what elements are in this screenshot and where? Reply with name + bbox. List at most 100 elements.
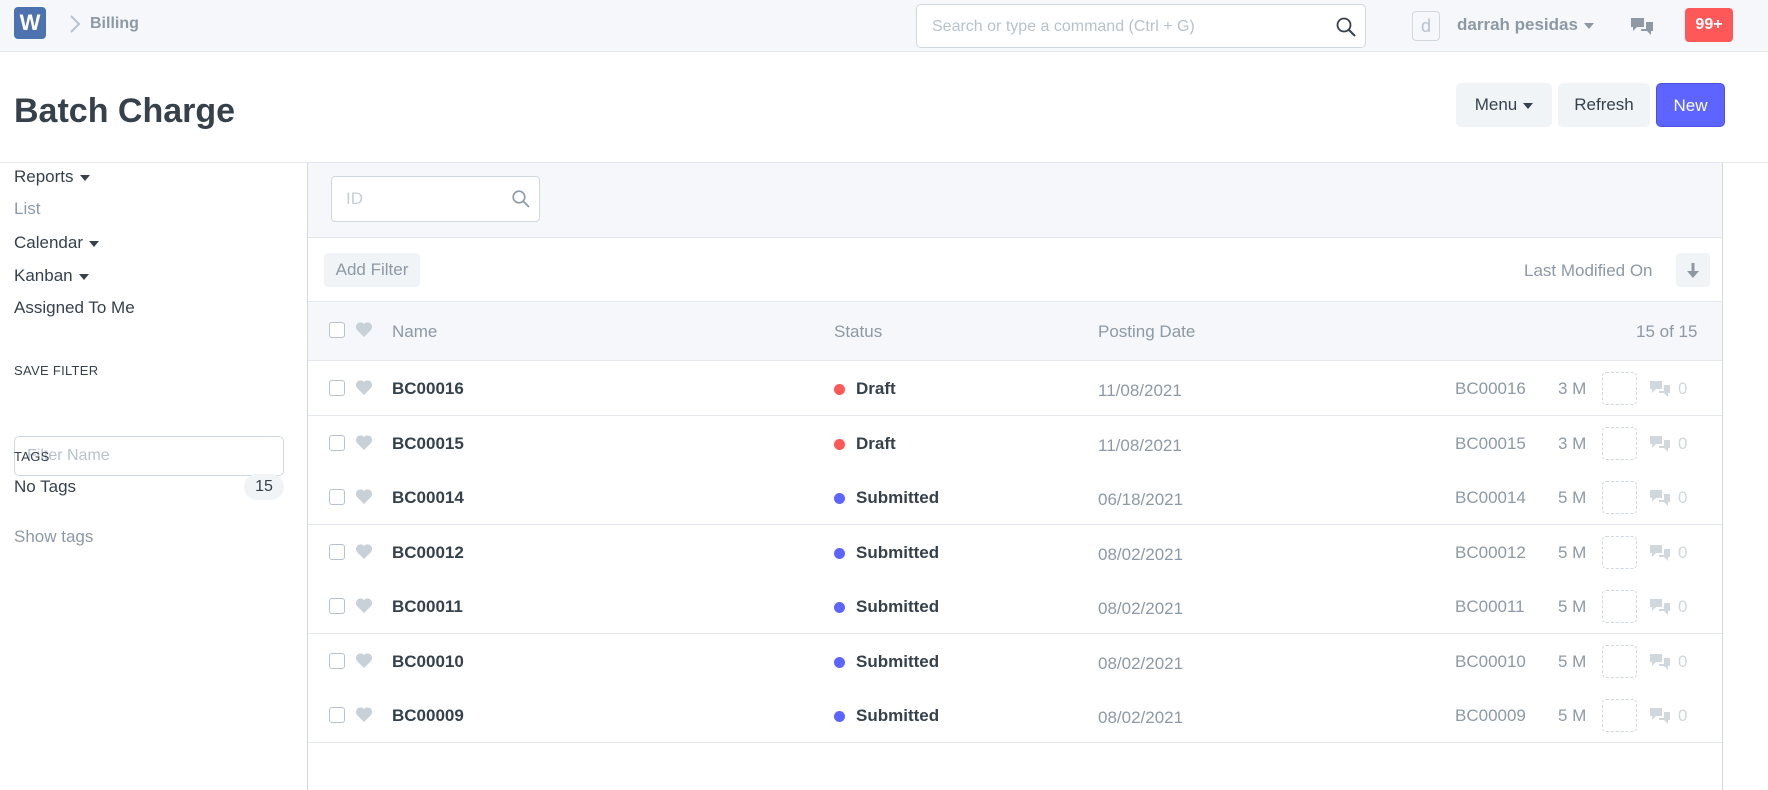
global-search[interactable] (916, 4, 1366, 48)
row-id: BC00012 (1455, 542, 1526, 562)
list-view: Add Filter Last Modified On Name Status … (307, 163, 1723, 790)
table-row[interactable]: BC00010 Submitted 08/02/2021 BC00010 5 M… (308, 633, 1722, 689)
row-checkbox[interactable] (329, 652, 345, 669)
row-modified-age: 3 M (1558, 433, 1587, 453)
heart-icon[interactable] (355, 434, 373, 451)
status-badge[interactable]: Submitted (856, 488, 939, 508)
row-checkbox[interactable] (329, 380, 345, 396)
status-badge[interactable]: Submitted (856, 706, 939, 726)
tag-item-no-tags[interactable]: No Tags (14, 477, 76, 497)
assign-avatar-placeholder[interactable] (1602, 590, 1637, 623)
id-filter[interactable] (331, 176, 540, 222)
row-checkbox[interactable] (329, 434, 345, 451)
row-modified-age: 5 M (1558, 706, 1587, 725)
heart-icon[interactable] (355, 706, 373, 723)
comment-count: 0 (1678, 379, 1688, 398)
sidebar-item-reports[interactable]: Reports (14, 167, 90, 187)
table-row[interactable]: BC00011 Submitted 08/02/2021 BC00011 5 M… (308, 579, 1722, 634)
row-name-link[interactable]: BC00016 (392, 379, 464, 399)
status-indicator-dot (834, 438, 845, 450)
column-header-posting-date: Posting Date (1098, 322, 1196, 341)
menu-button-label: Menu (1474, 95, 1518, 114)
comment-icon[interactable] (1649, 544, 1671, 562)
search-input[interactable] (932, 15, 1312, 39)
notification-badge[interactable]: 99+ (1685, 8, 1733, 42)
row-modified-age: 5 M (1558, 542, 1587, 562)
row-checkbox[interactable] (329, 543, 345, 560)
status-indicator-dot (834, 711, 845, 722)
sidebar-item-assigned-to-me[interactable]: Assigned To Me (14, 298, 135, 318)
row-name-link[interactable]: BC00015 (392, 434, 464, 454)
refresh-button[interactable]: Refresh (1558, 83, 1650, 127)
menu-button[interactable]: Menu (1456, 83, 1552, 127)
row-id: BC00014 (1455, 488, 1526, 507)
user-menu[interactable]: darrah pesidas (1457, 15, 1594, 35)
breadcrumb[interactable]: Billing (90, 15, 139, 33)
id-filter-input[interactable] (346, 189, 496, 209)
heart-icon[interactable] (355, 543, 373, 560)
assign-avatar-placeholder[interactable] (1602, 426, 1637, 460)
heart-icon[interactable] (355, 321, 373, 338)
sort-arrow-icon (1687, 263, 1699, 278)
sort-order-button[interactable] (1676, 253, 1710, 287)
avatar[interactable]: d (1412, 11, 1440, 41)
row-name-link[interactable]: BC00014 (392, 488, 464, 508)
table-row[interactable]: BC00015 Draft 11/08/2021 BC00015 3 M 0 (308, 415, 1722, 471)
status-badge[interactable]: Submitted (856, 652, 939, 672)
heart-icon[interactable] (355, 379, 373, 396)
table-row[interactable]: BC00014 Submitted 06/18/2021 BC00014 5 M… (308, 470, 1722, 525)
row-name-link[interactable]: BC00010 (392, 652, 464, 672)
table-row[interactable]: BC00012 Submitted 08/02/2021 BC00012 5 M… (308, 524, 1722, 580)
new-button[interactable]: New (1656, 83, 1725, 127)
row-checkbox[interactable] (329, 598, 345, 614)
status-badge[interactable]: Draft (856, 379, 896, 399)
column-header-name: Name (392, 322, 438, 341)
sidebar-item-list[interactable]: List (14, 199, 40, 219)
select-all-checkbox[interactable] (329, 322, 345, 338)
comment-icon[interactable] (1649, 435, 1671, 453)
comment-count: 0 (1678, 433, 1688, 453)
table-row[interactable]: BC00016 Draft 11/08/2021 BC00016 3 M 0 (308, 361, 1722, 416)
comment-icon[interactable] (1649, 653, 1671, 671)
comment-icon[interactable] (1649, 489, 1671, 507)
sidebar-item-kanban[interactable]: Kanban (14, 266, 89, 286)
row-posting-date: 11/08/2021 (1098, 435, 1182, 455)
row-posting-date: 08/02/2021 (1098, 544, 1184, 564)
assign-avatar-placeholder[interactable] (1602, 372, 1637, 405)
row-name-link[interactable]: BC00011 (392, 597, 463, 617)
row-modified-age: 5 M (1558, 597, 1587, 616)
sort-selector[interactable]: Last Modified On (1524, 261, 1653, 281)
table-row[interactable]: BC00009 Submitted 08/02/2021 BC00009 5 M… (308, 688, 1722, 743)
heart-icon[interactable] (355, 652, 373, 669)
row-name-link[interactable]: BC00009 (392, 706, 464, 726)
row-checkbox[interactable] (329, 707, 345, 723)
status-badge[interactable]: Draft (856, 434, 896, 454)
status-indicator-dot (834, 384, 845, 395)
row-id: BC00015 (1455, 433, 1526, 453)
assign-avatar-placeholder[interactable] (1602, 644, 1637, 678)
comment-icon[interactable] (1649, 380, 1671, 398)
filter-name-input[interactable] (14, 436, 284, 476)
assign-avatar-placeholder[interactable] (1602, 699, 1637, 732)
show-tags-link[interactable]: Show tags (14, 527, 93, 547)
comment-icon[interactable] (1649, 707, 1671, 725)
assign-avatar-placeholder[interactable] (1602, 535, 1637, 569)
row-checkbox[interactable] (329, 489, 345, 505)
caret-down-icon (79, 174, 90, 181)
navbar: W Billing d darrah pesidas 99+ (0, 0, 1768, 52)
sidebar-item-label: Reports (14, 167, 74, 186)
heart-icon[interactable] (355, 488, 373, 505)
search-icon[interactable] (1335, 16, 1357, 38)
sidebar-item-calendar[interactable]: Calendar (14, 233, 99, 253)
status-badge[interactable]: Submitted (856, 543, 939, 563)
assign-avatar-placeholder[interactable] (1602, 481, 1637, 514)
status-badge[interactable]: Submitted (856, 597, 939, 617)
comment-icon[interactable] (1649, 598, 1671, 616)
heart-icon[interactable] (355, 597, 373, 614)
add-filter-button[interactable]: Add Filter (324, 253, 420, 287)
chat-icon[interactable] (1630, 16, 1654, 36)
tags-heading: TAGS (14, 449, 50, 464)
app-logo-icon[interactable]: W (14, 7, 46, 39)
record-count: 15 of 15 (1636, 322, 1698, 341)
row-name-link[interactable]: BC00012 (392, 543, 464, 563)
